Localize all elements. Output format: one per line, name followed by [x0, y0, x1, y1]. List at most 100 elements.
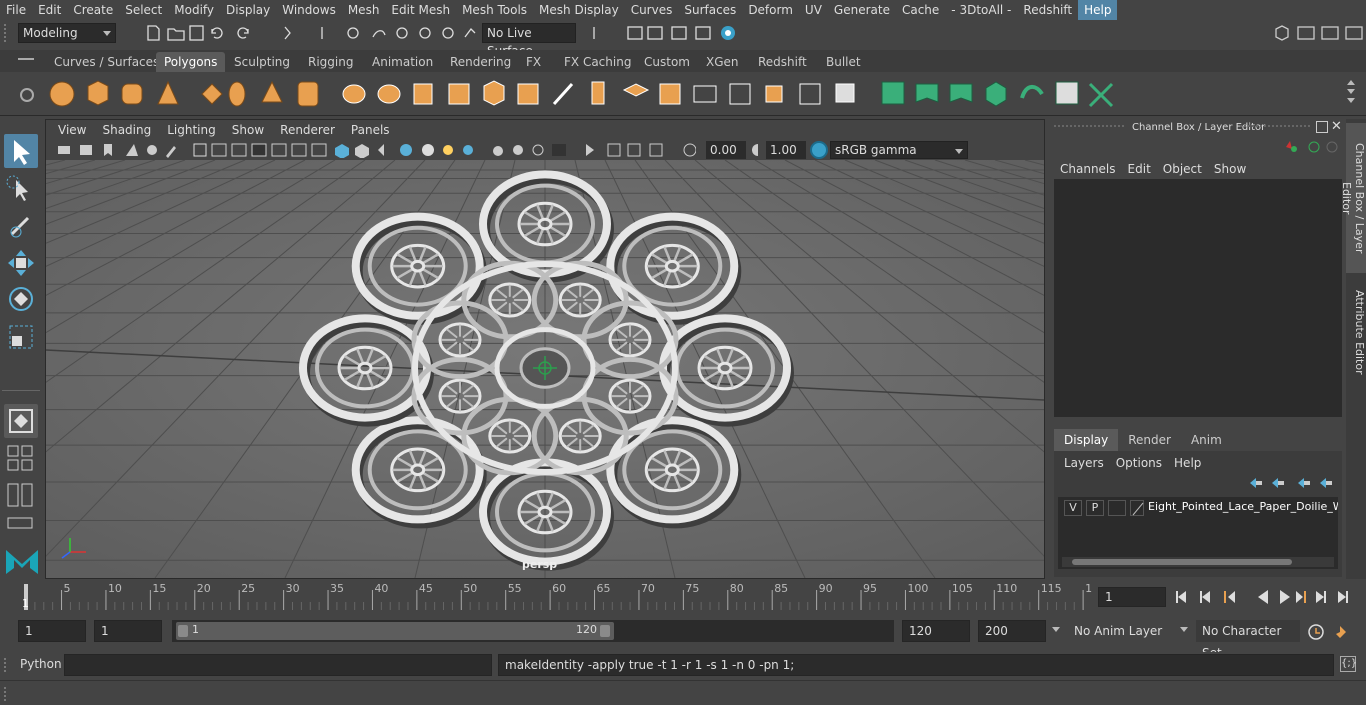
shelf-tab-rigging[interactable]: Rigging [300, 52, 361, 72]
live-surface-field[interactable]: No Live Surface [482, 23, 576, 58]
workspace-icons[interactable] [1270, 23, 1366, 43]
rotate-tool-button[interactable] [4, 282, 38, 316]
statusline-icons[interactable] [140, 23, 480, 43]
shelf-scroll-arrows[interactable] [1346, 78, 1356, 108]
menu-mesh[interactable]: Mesh [342, 0, 386, 20]
close-icon[interactable]: ✕ [1331, 119, 1342, 134]
scale-tool-button[interactable] [4, 320, 38, 354]
layer-visibility-toggle[interactable]: V [1064, 500, 1082, 516]
channel-menu-edit[interactable]: Edit [1122, 162, 1157, 176]
channel-box-mode-icons[interactable] [1284, 139, 1340, 155]
panel-grip[interactable] [1054, 125, 1124, 129]
menu-mesh-tools[interactable]: Mesh Tools [456, 0, 533, 20]
chevron-down-icon[interactable] [1180, 627, 1188, 632]
shelf-tab-fx-caching[interactable]: FX Caching [556, 52, 639, 72]
range-slider-handle[interactable]: 1 120 [176, 622, 614, 640]
anim-end-field[interactable]: 120 [902, 620, 970, 642]
menu-generate[interactable]: Generate [828, 0, 896, 20]
script-editor-icon[interactable]: {;} [1340, 656, 1357, 672]
panel-menu-show[interactable]: Show [224, 123, 272, 137]
gamma-field[interactable]: 1.00 [766, 141, 806, 159]
shelf-tab-polygons[interactable]: Polygons [156, 52, 226, 72]
scene-start-field[interactable]: 1 [18, 620, 86, 642]
layer-playback-toggle[interactable]: P [1086, 500, 1104, 516]
shelf-menu-icon[interactable] [18, 58, 34, 60]
layout-buttons[interactable] [6, 444, 38, 534]
menu-windows[interactable]: Windows [276, 0, 342, 20]
layer-name[interactable]: Eight_Pointed_Lace_Paper_Doilie_Wh [1148, 500, 1338, 516]
layer-menu-layers[interactable]: Layers [1058, 456, 1110, 470]
help-grip[interactable] [4, 687, 12, 701]
panel-menu-renderer[interactable]: Renderer [272, 123, 343, 137]
menu-cache[interactable]: Cache [896, 0, 945, 20]
scene-end-field[interactable]: 200 [978, 620, 1046, 642]
chevron-down-icon[interactable] [1052, 627, 1060, 632]
time-slider[interactable]: 5 10 15 20 25 30 35 40 45 50 55 60 65 70 75 80 85 90 95 100… [0, 580, 1366, 614]
anim-prefs-icons[interactable] [1306, 622, 1362, 642]
channel-menu-show[interactable]: Show [1208, 162, 1252, 176]
float-panel-button[interactable] [1316, 121, 1328, 133]
perspective-viewport[interactable]: persp [46, 160, 1044, 578]
menu-surfaces[interactable]: Surfaces [678, 0, 742, 20]
gear-icon[interactable] [20, 88, 34, 102]
layer-color-swatch[interactable] [1130, 500, 1144, 516]
panel-menu-view[interactable]: View [50, 123, 94, 137]
shelf-tab-xgen[interactable]: XGen [698, 52, 747, 72]
current-frame-field[interactable]: 1 [1098, 587, 1166, 607]
grip-handle[interactable] [4, 24, 12, 42]
layer-menu-help[interactable]: Help [1168, 456, 1207, 470]
panel-menu-panels[interactable]: Panels [343, 123, 398, 137]
move-tool-button[interactable] [4, 246, 38, 280]
menu-select[interactable]: Select [119, 0, 168, 20]
channel-list[interactable] [1054, 179, 1342, 417]
layer-hscrollbar[interactable] [1062, 557, 1334, 567]
layer-tab-display[interactable]: Display [1054, 429, 1119, 451]
panel-tool-icons[interactable] [56, 142, 696, 158]
layout-single-button[interactable] [4, 404, 38, 438]
menu-help[interactable]: Help [1078, 0, 1118, 20]
menu-mesh-display[interactable]: Mesh Display [533, 0, 625, 20]
layer-tab-anim[interactable]: Anim [1181, 429, 1232, 451]
cmd-grip[interactable] [4, 658, 12, 672]
shelf-tab-fx[interactable]: FX [518, 52, 549, 72]
script-language-label[interactable]: Python [20, 657, 62, 671]
color-management-icon[interactable] [810, 141, 828, 159]
layer-row[interactable]: V P Eight_Pointed_Lace_Paper_Doilie_Wh [1060, 499, 1338, 517]
menu-curves[interactable]: Curves [625, 0, 679, 20]
shelf-tab-animation[interactable]: Animation [364, 52, 441, 72]
shelf-tab-redshift[interactable]: Redshift [750, 52, 815, 72]
layer-action-icons[interactable] [1248, 475, 1342, 491]
exposure-field[interactable]: 0.00 [706, 141, 746, 159]
channel-menu-object[interactable]: Object [1157, 162, 1208, 176]
menu-file[interactable]: File [0, 0, 32, 20]
shelf-tab-curves-surfaces[interactable]: Curves / Surfaces [46, 52, 167, 72]
time-slider-ruler[interactable]: 5 10 15 20 25 30 35 40 45 50 55 60 65 70 75 80 85 90 95 100… [18, 580, 1092, 614]
menu-edit-mesh[interactable]: Edit Mesh [385, 0, 456, 20]
panel-menu-shading[interactable]: Shading [94, 123, 159, 137]
layer-type-toggle[interactable] [1108, 500, 1126, 516]
tab-attribute-editor[interactable]: Attribute Editor [1346, 287, 1366, 377]
shelf-tab-rendering[interactable]: Rendering [442, 52, 519, 72]
range-slider-track[interactable]: 1 120 [172, 620, 894, 642]
menu-edit[interactable]: Edit [32, 0, 67, 20]
menu-deform[interactable]: Deform [742, 0, 799, 20]
channel-menu-channels[interactable]: Channels [1054, 162, 1122, 176]
anim-layer-dropdown[interactable]: No Anim Layer [1068, 620, 1174, 642]
lasso-tool-button[interactable] [4, 172, 38, 206]
menu-create[interactable]: Create [67, 0, 119, 20]
menu-display[interactable]: Display [220, 0, 276, 20]
menu-modify[interactable]: Modify [168, 0, 220, 20]
mode-dropdown[interactable]: Modeling [18, 23, 116, 43]
render-icons[interactable] [590, 23, 750, 43]
paint-select-tool-button[interactable] [4, 208, 38, 242]
command-input[interactable] [64, 654, 492, 676]
layer-menu-options[interactable]: Options [1110, 456, 1168, 470]
shelf-tab-custom[interactable]: Custom [636, 52, 698, 72]
playback-controls[interactable] [1172, 587, 1362, 607]
shelf-tab-sculpting[interactable]: Sculpting [226, 52, 298, 72]
layer-tab-render[interactable]: Render [1118, 429, 1181, 451]
select-tool-button[interactable] [4, 134, 38, 168]
menu-3dtoall[interactable]: - 3DtoAll - [945, 0, 1017, 20]
colorspace-dropdown[interactable]: sRGB gamma [830, 141, 968, 159]
panel-menu-lighting[interactable]: Lighting [159, 123, 224, 137]
